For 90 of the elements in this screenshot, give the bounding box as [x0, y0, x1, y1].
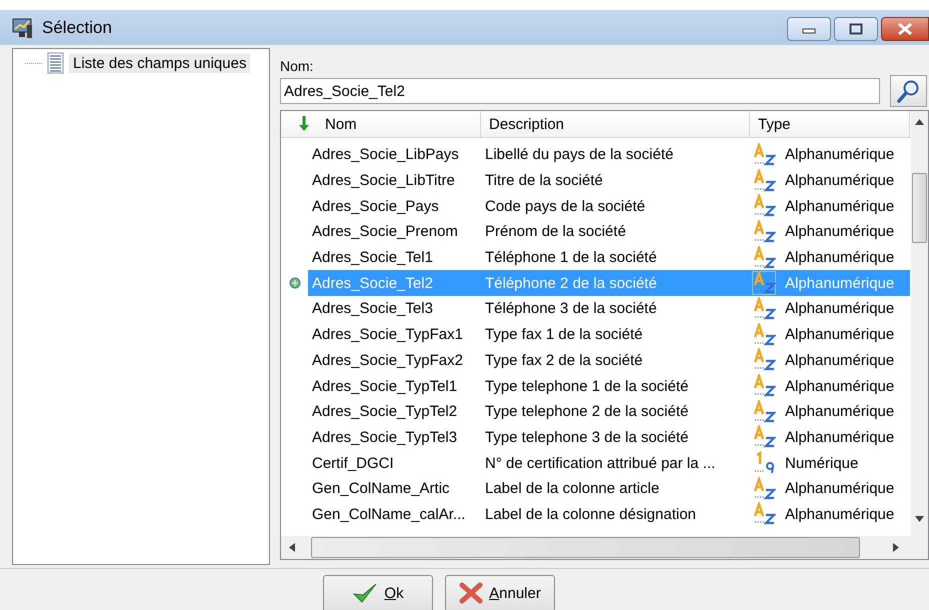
table-cell-text: Adres_Socie_TypTel2 — [311, 402, 458, 422]
alpha-type-icon — [752, 168, 776, 193]
maximize-icon — [849, 23, 863, 35]
table-cell-text: Adres_Socie_LibTitre — [311, 171, 456, 192]
table-cell-text: Label de la colonne désignation — [484, 504, 698, 525]
table-cell-text: Type telephone 3 de la société — [484, 428, 690, 448]
column-header[interactable]: Type — [750, 111, 910, 137]
scroll-down-icon — [915, 516, 924, 522]
tree-item[interactable]: Liste des champs uniques — [69, 54, 250, 72]
alpha-type-icon — [752, 246, 776, 270]
alpha-type-icon — [752, 322, 776, 347]
table-cell-text: Type fax 1 de la société — [484, 325, 644, 346]
table-cell: Alphanumérique — [785, 480, 894, 498]
alpha-type-icon — [752, 271, 776, 296]
table-cell-text: Adres_Socie_TypTel3 — [311, 428, 458, 448]
table-cell-text: Adres_Socie_Pays — [311, 196, 440, 217]
maximize-button[interactable] — [834, 17, 878, 41]
table-cell-text: Adres_Socie_Tel3 — [311, 299, 434, 320]
table-cell: Téléphone 2 de la société — [481, 270, 750, 296]
table-cell-text: Libellé du pays de la société — [484, 145, 674, 166]
sort-arrow-icon — [298, 116, 310, 132]
ok-button[interactable]: Ok — [323, 575, 433, 610]
checkmark-icon — [352, 582, 378, 604]
alpha-type-icon — [752, 296, 776, 321]
table-cell-text: Adres_Socie_TypFax2 — [311, 350, 464, 371]
cancel-button[interactable]: Annuler — [445, 575, 555, 610]
alpha-type-icon — [752, 425, 776, 450]
table-cell: Numérique — [785, 454, 858, 472]
table-cell-text: Label de la colonne article — [484, 479, 660, 500]
vertical-scrollbar[interactable] — [911, 111, 928, 536]
table-cell-text: Titre de la société — [484, 171, 604, 192]
scroll-up-icon — [915, 119, 924, 125]
close-icon — [897, 23, 913, 35]
tree-connector-icon — [25, 62, 43, 64]
table-cell: Alphanumérique — [785, 300, 894, 318]
search-icon — [896, 79, 920, 103]
alpha-type-icon — [752, 348, 776, 372]
name-field[interactable]: Adres_Socie_Tel2 — [280, 78, 880, 104]
scroll-left-icon — [289, 543, 295, 552]
list-icon — [47, 52, 65, 74]
table-cell: Alphanumérique — [785, 198, 894, 215]
alpha-type-icon — [752, 476, 776, 501]
search-button[interactable] — [890, 75, 927, 107]
table-cell: Alphanumérique — [785, 403, 894, 420]
name-label: Nom: — [280, 58, 314, 75]
table-cell: Alphanumérique — [785, 249, 894, 266]
alpha-type-icon — [752, 374, 776, 398]
numeric-type-icon — [752, 451, 776, 476]
table-cell-text: Type telephone 1 de la société — [484, 376, 690, 397]
table-cell-text: Adres_Socie_Tel1 — [311, 248, 434, 268]
alpha-type-icon — [752, 400, 776, 424]
table-cell: Alphanumérique — [785, 223, 894, 240]
table-cell-text: Adres_Socie_TypFax1 — [311, 325, 464, 346]
table-cell: Alphanumérique — [785, 326, 894, 344]
alpha-type-icon — [752, 194, 776, 218]
table-cell-text: Adres_Socie_Prenom — [311, 222, 459, 242]
scroll-thumb[interactable] — [311, 537, 860, 558]
table-cell: Alphanumérique — [785, 506, 894, 523]
table-cell-text: Gen_ColName_calAr... — [311, 504, 466, 525]
table-cell-text: Type telephone 2 de la société — [484, 402, 690, 422]
table-cell: Alphanumérique — [785, 146, 894, 164]
table-cell-text: Téléphone 3 de la société — [484, 299, 658, 320]
table-cell-text: N° de certification attribué par la ... — [484, 454, 716, 474]
table-cell-text: Type fax 2 de la société — [484, 350, 644, 371]
scroll-right-icon — [893, 543, 899, 552]
table-cell: Alphanumérique — [785, 274, 894, 292]
scroll-thumb[interactable] — [912, 173, 927, 243]
table-cell-text: Code pays de la société — [484, 196, 646, 217]
alpha-type-icon — [752, 502, 776, 526]
table-cell: Alphanumérique — [785, 172, 894, 190]
close-button[interactable] — [881, 17, 929, 41]
app-icon — [12, 16, 34, 38]
table-cell-text: Adres_Socie_LibPays — [311, 145, 460, 166]
table-cell: Alphanumérique — [785, 378, 894, 395]
minimize-button[interactable] — [787, 17, 831, 41]
alpha-type-icon — [752, 142, 776, 167]
column-header[interactable]: Description — [481, 111, 750, 137]
table-cell: Alphanumérique — [785, 352, 894, 369]
horizontal-scrollbar[interactable] — [281, 536, 911, 559]
table-cell-text: Prénom de la société — [484, 222, 627, 242]
table-cell: Adres_Socie_Tel2 — [308, 270, 481, 296]
table-cell: Alphanumérique — [785, 428, 894, 446]
column-header[interactable]: Nom — [281, 111, 481, 137]
table-cell-text: Certif_DGCI — [311, 454, 395, 474]
table-cell-text: Adres_Socie_TypTel1 — [311, 376, 458, 397]
table-cell-text: Téléphone 1 de la société — [484, 248, 658, 268]
alpha-type-icon — [752, 220, 776, 244]
cross-icon — [459, 582, 484, 604]
table-cell-text: Gen_ColName_Artic — [311, 479, 451, 500]
window-title: Sélection — [42, 18, 112, 38]
